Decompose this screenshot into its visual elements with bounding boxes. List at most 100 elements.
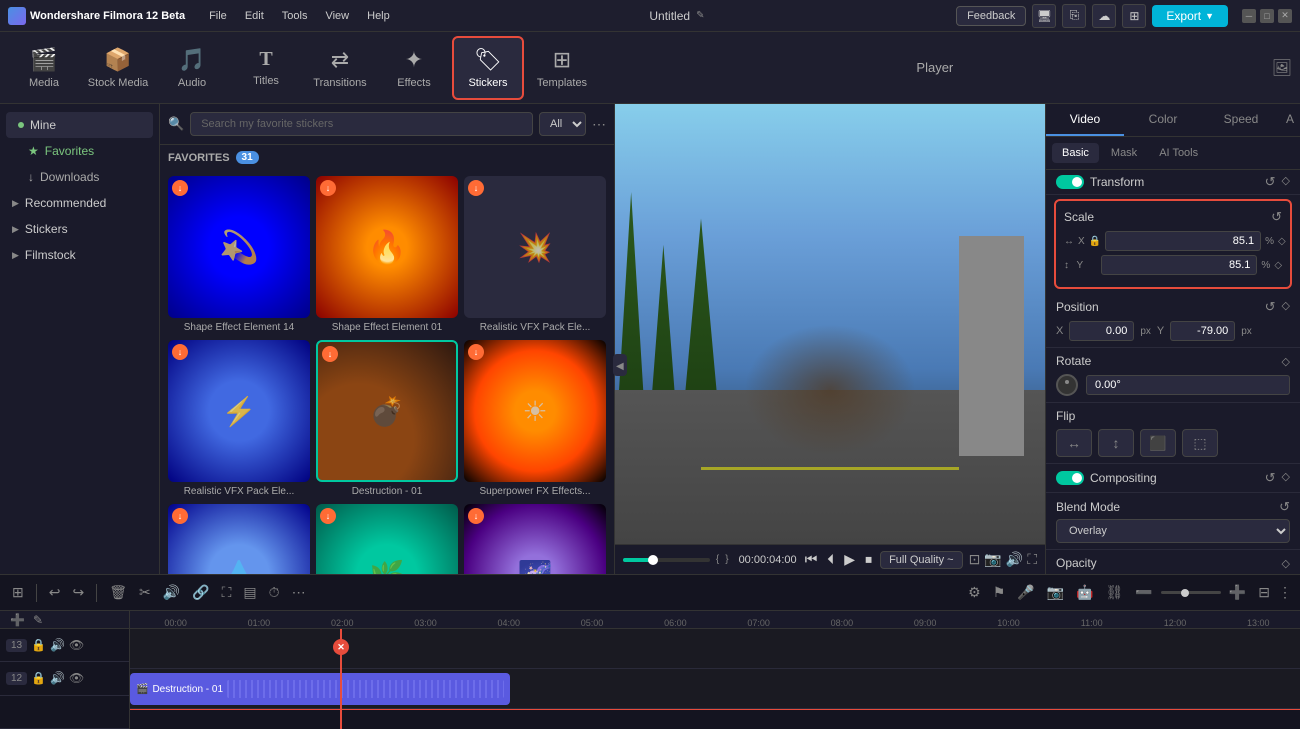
downloads-item[interactable]: ↓ Downloads (0, 164, 159, 190)
photo-icon-btn[interactable]: 🖼 (1272, 58, 1292, 78)
sticker-thumb[interactable]: ↓ 💫 (168, 176, 310, 318)
flip-horizontal-button[interactable]: ↔ (1056, 429, 1092, 457)
maximize-button[interactable]: □ (1260, 9, 1274, 23)
tl-mic-button[interactable]: 🎤 (1013, 582, 1038, 603)
flip-vertical-button[interactable]: ↕ (1098, 429, 1134, 457)
list-item[interactable]: ↓ 💫 Shape Effect Element 14 (168, 176, 310, 334)
stickers-section[interactable]: ▶ Stickers (0, 216, 159, 242)
menu-file[interactable]: File (201, 8, 235, 24)
track-row-13[interactable] (130, 629, 1300, 669)
blend-mode-select[interactable]: Overlay (1056, 519, 1290, 543)
menu-edit[interactable]: Edit (237, 8, 272, 24)
menu-view[interactable]: View (317, 8, 357, 24)
list-item[interactable]: ↓ 🌌 (464, 504, 606, 574)
toolbar-media[interactable]: 🎬 Media (8, 36, 80, 100)
close-button[interactable]: ✕ (1278, 9, 1292, 23)
bracket-left[interactable]: { (716, 554, 719, 565)
list-item[interactable]: ↓ ☀ Superpower FX Effects... (464, 340, 606, 498)
list-item[interactable]: ↓ ⚡ Realistic VFX Pack Ele... (168, 340, 310, 498)
more-options-icon[interactable]: ⋯ (592, 116, 606, 133)
tl-ai-button[interactable]: 🤖 (1072, 582, 1097, 603)
recommended-section[interactable]: ▶ Recommended (0, 190, 159, 216)
tl-marker-button[interactable]: ⚑ (989, 582, 1010, 603)
sticker-thumb[interactable]: ↓ 🔥 (316, 176, 458, 318)
tl-link2-button[interactable]: ⛓ (1102, 582, 1128, 603)
tl-minus-button[interactable]: ➖ (1131, 582, 1156, 603)
player-fullscreen-icon[interactable]: ⛶ (1027, 551, 1037, 568)
grid-icon-btn[interactable]: ⊞ (1122, 4, 1146, 28)
panel-collapse-button[interactable]: ◀ (613, 354, 627, 376)
sticker-thumb[interactable]: ↓ 🌌 (464, 504, 606, 574)
player-snapshot-icon[interactable]: 📷 (984, 551, 1001, 568)
toolbar-stock-media[interactable]: 📦 Stock Media (82, 36, 154, 100)
sticker-thumb[interactable]: ↓ 💥 (464, 176, 606, 318)
edit-title-icon[interactable]: ✎ (696, 10, 704, 21)
rotate-diamond-icon[interactable]: ◇ (1282, 355, 1290, 368)
subtab-mask[interactable]: Mask (1101, 143, 1147, 163)
tl-delete-button[interactable]: 🗑 (105, 582, 131, 603)
track-lock-icon-12[interactable]: 🔒 (31, 671, 46, 685)
toolbar-templates[interactable]: ⊞ Templates (526, 36, 598, 100)
menu-help[interactable]: Help (359, 8, 398, 24)
bracket-right[interactable]: } (725, 554, 728, 565)
track-eye-icon[interactable]: 👁 (69, 638, 84, 652)
toolbar-titles[interactable]: T Titles (230, 36, 302, 100)
track-eye-icon-12[interactable]: 👁 (69, 671, 84, 685)
tl-redo-button[interactable]: ↪ (68, 582, 88, 603)
filmstock-section[interactable]: ▶ Filmstock (0, 242, 159, 268)
list-item[interactable]: ↓ 🔥 Shape Effect Element 01 (316, 176, 458, 334)
flip-btn-4[interactable]: ⬚ (1182, 429, 1218, 457)
screen-icon-btn[interactable]: 🖥 (1032, 4, 1056, 28)
step-back-button[interactable]: ⏴ (825, 549, 836, 570)
toolbar-stickers[interactable]: 🏷 Stickers (452, 36, 524, 100)
tl-undo-button[interactable]: ↩ (45, 582, 65, 603)
tl-cut-button[interactable]: ✂ (135, 582, 155, 603)
blend-reset-icon[interactable]: ↺ (1279, 499, 1290, 515)
tl-layout-button[interactable]: ⊟ (1254, 582, 1274, 603)
tl-more-button[interactable]: ⋯ (288, 582, 310, 603)
track-audio-icon-12[interactable]: 🔊 (50, 671, 65, 685)
rewind-button[interactable]: ⏮ (803, 549, 820, 570)
toolbar-transitions[interactable]: ⇄ Transitions (304, 36, 376, 100)
rotate-knob[interactable] (1056, 374, 1078, 396)
subtab-ai-tools[interactable]: AI Tools (1149, 143, 1208, 163)
player-fit-icon[interactable]: ⊡ (969, 551, 981, 568)
tl-grid-button[interactable]: ⊞ (8, 582, 28, 603)
scale-y-input[interactable]: 85.1 (1101, 255, 1257, 275)
opacity-diamond-icon[interactable]: ◇ (1282, 557, 1290, 570)
scale-x-input[interactable]: 85.1 (1105, 231, 1261, 251)
tl-plus-button[interactable]: ➕ (1225, 582, 1250, 603)
position-x-input[interactable] (1069, 321, 1134, 341)
sticker-thumb[interactable]: ↓ 💧 (168, 504, 310, 574)
sticker-thumb[interactable]: ↓ 💣 (316, 340, 458, 482)
compositing-reset-icon[interactable]: ↺ (1265, 470, 1276, 486)
tl-settings-button[interactable]: ⚙ (964, 582, 985, 603)
tl-trim-button[interactable]: ▤ (239, 582, 260, 603)
tab-video[interactable]: Video (1046, 104, 1124, 136)
transform-reset-icon[interactable]: ↺ (1265, 174, 1276, 190)
tl-overflow-button[interactable]: ⋮ (1278, 584, 1292, 601)
export-button[interactable]: Export ▼ (1152, 5, 1228, 27)
list-item[interactable]: ↓ 💣 Destruction - 01 (316, 340, 458, 498)
subtab-basic[interactable]: Basic (1052, 143, 1099, 163)
transform-diamond-icon[interactable]: ◇ (1282, 174, 1290, 190)
toolbar-effects[interactable]: ✦ Effects (378, 36, 450, 100)
list-item[interactable]: ↓ 🌿 (316, 504, 458, 574)
scale-x-diamond[interactable]: ◇ (1278, 236, 1286, 247)
tl-speed-button[interactable]: ⏱ (265, 582, 284, 603)
flip-btn-3[interactable]: ⬛ (1140, 429, 1176, 457)
quality-button[interactable]: Full Quality ~ (880, 551, 963, 569)
stop-button[interactable]: ⏹ (863, 549, 874, 570)
position-reset-icon[interactable]: ↺ (1265, 299, 1276, 315)
tl-clip-destruction[interactable]: 🎬 Destruction - 01 (130, 673, 510, 705)
tab-color[interactable]: Color (1124, 104, 1202, 136)
list-item[interactable]: ↓ 💧 (168, 504, 310, 574)
scale-reset-icon[interactable]: ↺ (1271, 209, 1282, 225)
tl-link-button[interactable]: 🔗 (188, 582, 213, 603)
compositing-toggle[interactable] (1056, 471, 1084, 485)
playhead-circle[interactable]: ✕ (333, 639, 349, 655)
feedback-button[interactable]: Feedback (956, 6, 1026, 26)
search-input[interactable] (190, 112, 533, 136)
tl-crop-button[interactable]: ⛶ (218, 582, 236, 603)
menu-tools[interactable]: Tools (274, 8, 316, 24)
